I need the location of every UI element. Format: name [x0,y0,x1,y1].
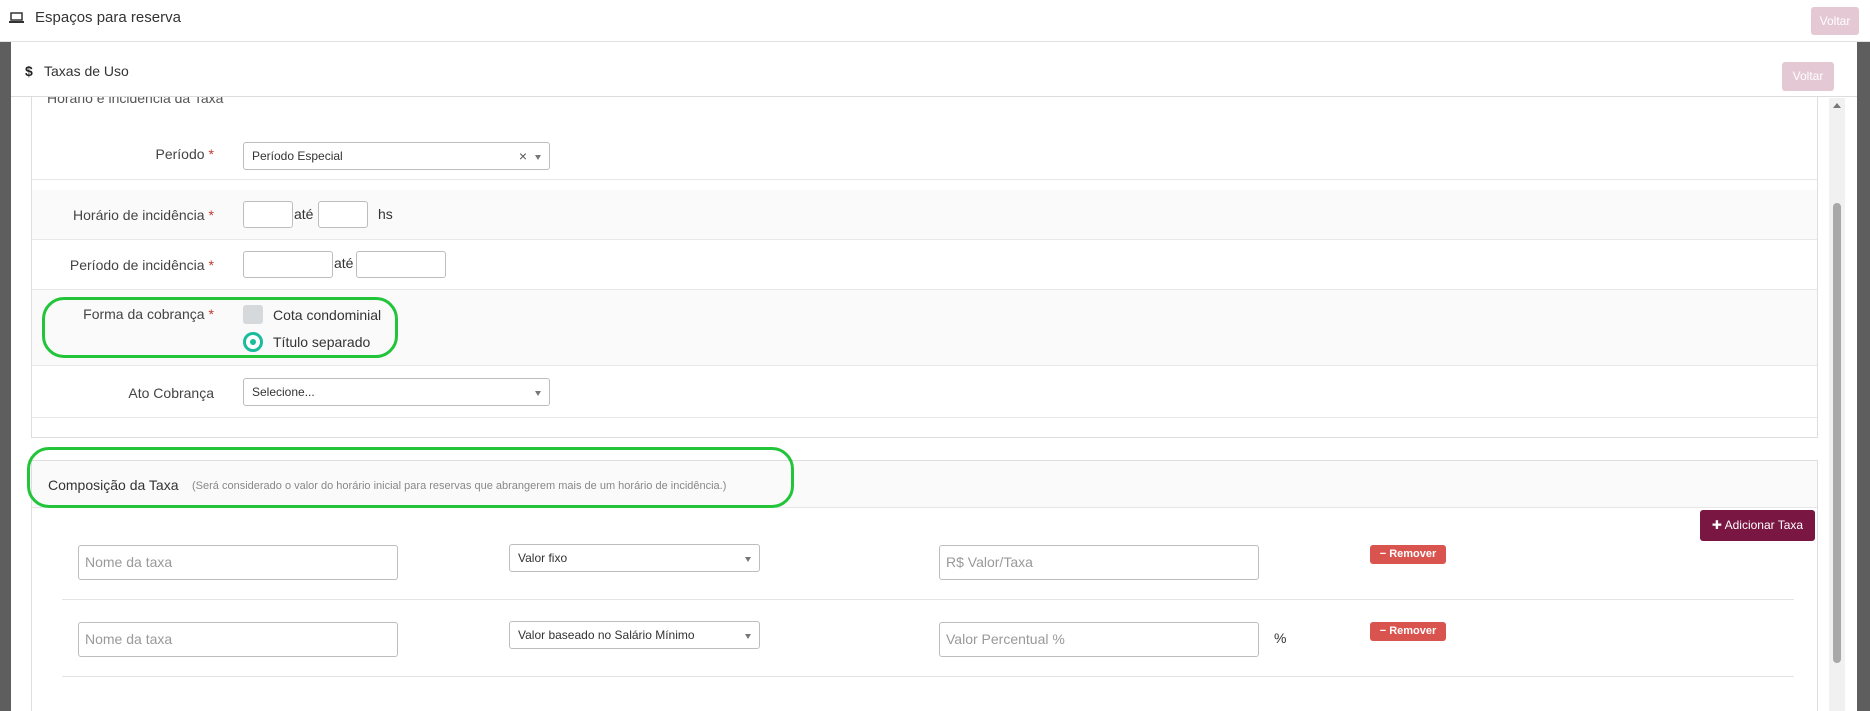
minus-icon: − [1379,625,1387,637]
periodo-incidencia-label: Período de incidência * [69,257,214,273]
backdrop-right [1857,42,1870,711]
periodo-select[interactable]: Período Especial × [243,142,550,170]
periodo-end-input[interactable] [356,251,446,278]
chevron-down-icon [745,557,751,562]
composition-header: Composição da Taxa (Será considerado o v… [32,461,1817,508]
remove-fee-button[interactable]: − Remover [1370,545,1446,564]
titulo-separado-radio[interactable] [243,332,263,352]
fee-type-select[interactable]: Valor fixo [509,544,760,572]
fee-row-divider [62,599,1794,600]
scroll-thumb[interactable] [1833,203,1841,663]
backdrop-left [0,42,11,711]
fee-type-select[interactable]: Valor baseado no Salário Mínimo [509,621,760,649]
periodo-incidencia-row: Período de incidência * até [32,240,1817,290]
periodo-start-input[interactable] [243,251,333,278]
cota-condominial-label[interactable]: Cota condominial [273,307,381,323]
horario-sep: até [294,206,314,222]
page-title: Espaços para reserva [35,9,181,26]
top-bar: Espaços para reserva Voltar [0,0,1870,42]
chevron-down-icon [535,391,541,396]
forma-cobranca-label: Forma da cobrança * [83,306,214,322]
percent-suffix: % [1274,630,1287,646]
scroll-up-arrow-icon[interactable] [1833,103,1841,108]
periodo-sep: até [334,255,354,271]
ato-cobranca-row: Ato Cobrança Selecione... [32,366,1817,418]
composition-title: Composição da Taxa [48,477,179,493]
modal-back-button[interactable]: Voltar [1782,62,1834,91]
fee-row-divider [62,676,1794,677]
minus-icon: − [1379,548,1387,560]
ato-cobranca-label: Ato Cobrança [128,385,214,401]
chevron-down-icon [535,155,541,160]
horario-label: Horário de incidência * [73,207,214,223]
fees-modal: $ Taxas de Uso Voltar Horário e incidênc… [11,42,1857,711]
composition-note: (Será considerado o valor do horário ini… [192,480,727,492]
fee-percent-input[interactable]: Valor Percentual % [939,622,1259,657]
periodo-label: Período * [155,146,215,162]
dollar-icon: $ [25,63,33,79]
modal-header: $ Taxas de Uso Voltar [11,42,1857,97]
remove-fee-button[interactable]: − Remover [1370,622,1446,641]
periodo-row: Período * Período Especial × [32,129,1817,180]
add-fee-button[interactable]: ✚ Adicionar Taxa [1700,510,1815,541]
forma-cobranca-row: Forma da cobrança * Cota condominial Títu… [32,290,1817,366]
laptop-icon [9,12,24,23]
cota-condominial-checkbox[interactable] [243,305,263,324]
back-button[interactable]: Voltar [1811,7,1859,35]
horario-end-input[interactable] [318,201,368,228]
titulo-separado-label[interactable]: Título separado [273,334,370,350]
fee-name-input[interactable]: Nome da taxa [78,545,398,580]
fee-name-input[interactable]: Nome da taxa [78,622,398,657]
chevron-down-icon [745,634,751,639]
vertical-scrollbar[interactable] [1829,98,1845,711]
horario-row: Horário de incidência * até hs [32,190,1817,240]
plus-icon: ✚ [1711,518,1722,532]
horario-unit: hs [378,206,393,222]
clear-icon[interactable]: × [519,148,527,164]
fee-value-input[interactable]: R$ Valor/Taxa [939,545,1259,580]
horario-start-input[interactable] [243,201,293,228]
ato-cobranca-select[interactable]: Selecione... [243,378,550,406]
composition-panel: Composição da Taxa (Será considerado o v… [31,460,1818,711]
modal-title: Taxas de Uso [44,63,129,79]
